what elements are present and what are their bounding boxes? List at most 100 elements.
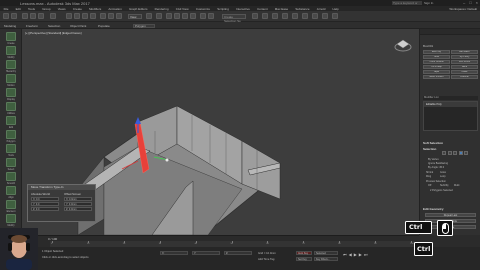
- left-item-modify[interactable]: Modify: [3, 46, 19, 59]
- play-icon[interactable]: ▶: [354, 252, 357, 257]
- modifier-button[interactable]: Mesh Smooth: [423, 75, 450, 79]
- window-crossing-icon[interactable]: [90, 13, 96, 19]
- toggle-ribbon-icon[interactable]: [272, 13, 278, 19]
- viewport-label[interactable]: [+] [Perspective] [Standard] [Edged Face…: [25, 31, 81, 35]
- polygon-subobject-icon[interactable]: [458, 151, 463, 155]
- modifier-list-dropdown[interactable]: Modifier List: [423, 96, 478, 100]
- panel-title[interactable]: Move Transform Type-In: [28, 185, 95, 190]
- grow-button[interactable]: Grow: [440, 171, 446, 174]
- left-item-align[interactable]: Align: [3, 186, 19, 199]
- modifier-button[interactable]: Shell: [423, 55, 450, 59]
- stack-item-editable-poly[interactable]: Editable Poly: [424, 102, 477, 107]
- go-to-end-icon[interactable]: ⏭: [364, 252, 368, 257]
- ribbon-tab-populate[interactable]: Populate: [98, 24, 110, 28]
- left-item-tools[interactable]: Tools: [3, 144, 19, 157]
- offset-z-field[interactable]: Z: 0.0mm: [64, 207, 92, 211]
- left-item-hierarchy[interactable]: Hierarchy: [3, 60, 19, 73]
- left-item-modify-2[interactable]: Modify: [3, 214, 19, 227]
- left-item-polygon[interactable]: Polygon: [3, 130, 19, 143]
- shrink-button[interactable]: Shrink: [426, 171, 433, 174]
- modifier-button[interactable]: Edit Mesh: [451, 50, 478, 54]
- modifier-button[interactable]: Taper: [423, 70, 450, 74]
- preview-subobj-radio[interactable]: SubObj: [440, 184, 448, 187]
- add-time-tag-button[interactable]: Add Time Tag: [258, 258, 274, 261]
- rotate-icon[interactable]: [108, 13, 114, 19]
- by-vertex-checkbox[interactable]: By Vertex: [428, 158, 439, 161]
- link-icon[interactable]: [22, 13, 28, 19]
- modifier-button[interactable]: Bend: [451, 65, 478, 69]
- ring-button[interactable]: Ring: [426, 175, 431, 178]
- modifier-button[interactable]: Sym Mtry: [451, 55, 478, 59]
- redo-icon[interactable]: [11, 13, 17, 19]
- angle-snap-icon[interactable]: [174, 13, 180, 19]
- absolute-y-field[interactable]: Y: 0.0: [31, 202, 59, 206]
- auto-key-button[interactable]: Auto Key: [296, 251, 312, 255]
- selection-rollout[interactable]: Selection: [423, 147, 436, 151]
- next-frame-icon[interactable]: ▶: [359, 252, 362, 257]
- set-key-button[interactable]: Set Key: [296, 257, 312, 261]
- offset-y-field[interactable]: Y: 0.0mm: [64, 202, 92, 206]
- edit-named-selection-icon[interactable]: [200, 13, 206, 19]
- go-to-start-icon[interactable]: ⏮: [343, 252, 347, 257]
- selected-dropdown[interactable]: Selected: [314, 251, 338, 255]
- reference-coordinate-dropdown[interactable]: View: [128, 14, 142, 19]
- left-item-smooth[interactable]: Smooth: [3, 172, 19, 185]
- select-object-icon[interactable]: [66, 13, 72, 19]
- vertex-icon[interactable]: [442, 151, 446, 155]
- ribbon-tab-modeling[interactable]: Modeling: [4, 24, 16, 28]
- time-slider[interactable]: 0 / 100: [48, 237, 57, 241]
- absolute-z-field[interactable]: Z: 0.0: [31, 207, 59, 211]
- object-name-field[interactable]: Box001: [423, 44, 433, 48]
- mirror-icon[interactable]: [208, 13, 214, 19]
- layer-explorer-icon[interactable]: [262, 13, 268, 19]
- bind-space-warp-icon[interactable]: [38, 13, 44, 19]
- modifier-stack[interactable]: Editable Poly: [423, 101, 478, 131]
- rendered-frame-window-icon[interactable]: [322, 13, 328, 19]
- left-item-element[interactable]: Element: [3, 200, 19, 213]
- modifier-button[interactable]: Turbo Smooth: [423, 60, 450, 64]
- modifier-button[interactable]: Chamfer: [451, 75, 478, 79]
- undo-icon[interactable]: [3, 13, 9, 19]
- ribbon-tab-freeform[interactable]: Freeform: [26, 24, 38, 28]
- modifier-button[interactable]: UVW Map: [423, 65, 450, 69]
- percent-snap-icon[interactable]: [182, 13, 188, 19]
- edge-icon[interactable]: [447, 151, 452, 155]
- left-item-select[interactable]: Select: [3, 158, 19, 171]
- loop-button[interactable]: Loop: [440, 175, 446, 178]
- preview-multi-radio[interactable]: Multi: [454, 184, 459, 187]
- modifier-button[interactable]: FFD 4x4x4: [451, 60, 478, 64]
- move-icon[interactable]: [100, 13, 106, 19]
- select-manipulate-icon[interactable]: [156, 13, 162, 19]
- left-item-create[interactable]: Create: [3, 32, 19, 45]
- snaps-toggle-icon[interactable]: [166, 13, 172, 19]
- align-icon[interactable]: [252, 13, 258, 19]
- scale-icon[interactable]: [116, 13, 122, 19]
- pivot-center-icon[interactable]: [146, 13, 152, 19]
- soft-selection-rollout[interactable]: Soft Selection: [423, 141, 443, 145]
- command-panel-tabs[interactable]: [420, 29, 480, 35]
- selection-filter-icon[interactable]: [50, 13, 56, 19]
- absolute-x-field[interactable]: X: 0.0: [31, 197, 59, 201]
- left-item-utilities[interactable]: Utilities: [3, 102, 19, 115]
- ribbon-tab-object-paint[interactable]: Object Paint: [70, 24, 86, 28]
- material-editor-icon[interactable]: [302, 13, 308, 19]
- modifier-button[interactable]: Noise: [451, 70, 478, 74]
- previous-frame-icon[interactable]: ◀: [349, 252, 352, 257]
- repeat-last-button[interactable]: Repeat Last: [425, 213, 476, 217]
- rectangular-selection-icon[interactable]: [82, 13, 88, 19]
- polygon-modeling-dropdown[interactable]: Polygon: [133, 23, 155, 28]
- select-by-name-icon[interactable]: [74, 13, 80, 19]
- ignore-backfacing-checkbox[interactable]: Ignore Backfacing: [428, 162, 448, 165]
- z-coordinate-field[interactable]: Z:: [224, 251, 252, 255]
- unlink-icon[interactable]: [30, 13, 36, 19]
- edit-geometry-rollout[interactable]: Edit Geometry: [423, 207, 444, 211]
- named-selection-set-dropdown[interactable]: Create Selection Se: [222, 14, 246, 23]
- render-setup-icon[interactable]: [312, 13, 318, 19]
- left-item-motion[interactable]: Motion: [3, 74, 19, 87]
- curve-editor-icon[interactable]: [282, 13, 288, 19]
- preview-off-radio[interactable]: Off: [428, 184, 431, 187]
- left-item-display[interactable]: Display: [3, 88, 19, 101]
- spinner-snap-icon[interactable]: [190, 13, 196, 19]
- offset-x-field[interactable]: X: 0.0mm: [64, 197, 92, 201]
- modifier-button[interactable]: Edit Poly: [423, 50, 450, 54]
